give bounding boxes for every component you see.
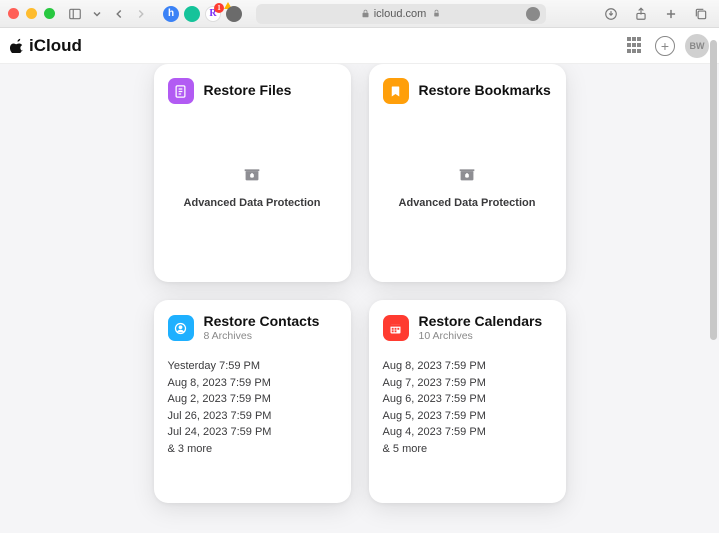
contacts-icon bbox=[168, 315, 194, 341]
app-title-text: iCloud bbox=[29, 36, 82, 56]
card-title: Restore Files bbox=[204, 83, 292, 98]
archive-item[interactable]: Aug 8, 2023 7:59 PM bbox=[383, 360, 552, 372]
browser-toolbar: h R 1 icloud.com bbox=[0, 0, 719, 28]
adp-lock-icon bbox=[241, 162, 263, 189]
share-button[interactable] bbox=[631, 4, 651, 24]
reader-mode-button[interactable] bbox=[526, 7, 540, 21]
maximize-window-button[interactable] bbox=[44, 8, 55, 19]
extension-honey-icon[interactable]: h bbox=[163, 6, 179, 22]
app-header: iCloud + BW bbox=[0, 28, 719, 64]
window-controls bbox=[8, 8, 55, 19]
apple-logo-icon bbox=[10, 38, 25, 53]
restore-files-card[interactable]: Restore Files Advanced Data Protection bbox=[154, 64, 351, 282]
tabs-overview-button[interactable] bbox=[691, 4, 711, 24]
create-button[interactable]: + bbox=[655, 36, 675, 56]
url-text: icloud.com bbox=[374, 8, 427, 20]
archive-item[interactable]: Aug 2, 2023 7:59 PM bbox=[168, 393, 337, 405]
new-tab-button[interactable] bbox=[661, 4, 681, 24]
calendars-icon bbox=[383, 315, 409, 341]
app-title[interactable]: iCloud bbox=[10, 36, 82, 56]
archive-item[interactable]: Yesterday 7:59 PM bbox=[168, 360, 337, 372]
files-icon bbox=[168, 78, 194, 104]
minimize-window-button[interactable] bbox=[26, 8, 37, 19]
archive-item[interactable]: Aug 5, 2023 7:59 PM bbox=[383, 410, 552, 422]
bookmarks-icon bbox=[383, 78, 409, 104]
archive-more[interactable]: & 5 more bbox=[383, 443, 552, 455]
restore-bookmarks-card[interactable]: Restore Bookmarks Advanced Data Protecti… bbox=[369, 64, 566, 282]
forward-button[interactable] bbox=[131, 4, 151, 24]
extension-other-icon[interactable] bbox=[226, 6, 242, 22]
lock-icon bbox=[361, 9, 370, 18]
card-title: Restore Bookmarks bbox=[419, 83, 551, 98]
card-subtitle: 8 Archives bbox=[204, 330, 320, 342]
privacy-lock-icon bbox=[432, 9, 441, 18]
archive-item[interactable]: Aug 7, 2023 7:59 PM bbox=[383, 377, 552, 389]
back-button[interactable] bbox=[109, 4, 129, 24]
restore-calendars-card[interactable]: Restore Calendars 10 Archives Aug 8, 202… bbox=[369, 300, 566, 503]
archive-item[interactable]: Jul 24, 2023 7:59 PM bbox=[168, 426, 337, 438]
calendars-archive-list: Aug 8, 2023 7:59 PM Aug 7, 2023 7:59 PM … bbox=[383, 360, 552, 455]
scrollbar-thumb[interactable] bbox=[710, 40, 717, 340]
restore-contacts-card[interactable]: Restore Contacts 8 Archives Yesterday 7:… bbox=[154, 300, 351, 503]
browser-extensions: h R 1 bbox=[163, 6, 242, 22]
card-title: Restore Calendars bbox=[419, 314, 543, 329]
dropdown-chevron-icon[interactable] bbox=[91, 4, 103, 24]
card-subtitle: 10 Archives bbox=[419, 330, 543, 342]
archive-item[interactable]: Aug 6, 2023 7:59 PM bbox=[383, 393, 552, 405]
archive-item[interactable]: Aug 8, 2023 7:59 PM bbox=[168, 377, 337, 389]
extension-grammarly-icon[interactable] bbox=[184, 6, 200, 22]
archive-item[interactable]: Jul 26, 2023 7:59 PM bbox=[168, 410, 337, 422]
contacts-archive-list: Yesterday 7:59 PM Aug 8, 2023 7:59 PM Au… bbox=[168, 360, 337, 455]
account-avatar[interactable]: BW bbox=[685, 34, 709, 58]
extension-rakuten-icon[interactable]: R 1 bbox=[205, 6, 221, 22]
card-title: Restore Contacts bbox=[204, 314, 320, 329]
app-launcher-button[interactable] bbox=[627, 37, 645, 55]
address-bar[interactable]: icloud.com bbox=[256, 4, 546, 24]
sidebar-toggle-button[interactable] bbox=[65, 4, 85, 24]
archive-item[interactable]: Aug 4, 2023 7:59 PM bbox=[383, 426, 552, 438]
archive-more[interactable]: & 3 more bbox=[168, 443, 337, 455]
main-content: Restore Files Advanced Data Protection R… bbox=[0, 64, 719, 533]
adp-lock-icon bbox=[456, 162, 478, 189]
downloads-button[interactable] bbox=[601, 4, 621, 24]
adp-label: Advanced Data Protection bbox=[184, 197, 321, 209]
close-window-button[interactable] bbox=[8, 8, 19, 19]
adp-label: Advanced Data Protection bbox=[399, 197, 536, 209]
